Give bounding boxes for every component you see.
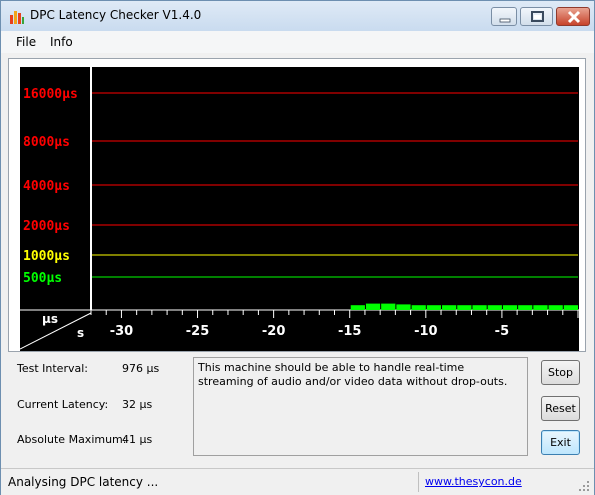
minimize-button[interactable]: [491, 7, 517, 26]
current-latency-value: 32 µs: [122, 398, 153, 411]
latency-bar: [457, 305, 472, 310]
latency-bar: [518, 305, 533, 310]
status-message-box: This machine should be able to handle re…: [193, 357, 528, 456]
latency-bar: [502, 305, 518, 310]
latency-label-4000: 4000µs: [23, 179, 70, 194]
latency-label-500: 500µs: [23, 271, 62, 286]
close-icon: [567, 10, 581, 24]
status-separator: [418, 472, 419, 492]
time-tick-label: -20: [262, 324, 286, 339]
latency-bar: [487, 305, 502, 310]
website-link[interactable]: www.thesycon.de: [425, 475, 522, 488]
latency-bar: [365, 303, 381, 310]
latency-label-1000: 1000µs: [23, 249, 70, 264]
latency-label-16000: 16000µs: [23, 87, 78, 102]
resize-grip-icon[interactable]: [579, 481, 591, 493]
stop-button[interactable]: Stop: [541, 360, 580, 385]
latency-bar: [533, 305, 548, 310]
exit-button[interactable]: Exit: [541, 430, 580, 455]
absolute-maximum-label: Absolute Maximum:: [17, 433, 127, 446]
minimize-icon: [499, 18, 511, 23]
time-tick-label: -25: [186, 324, 210, 339]
axis-unit-s: s: [77, 326, 84, 340]
time-tick-label: -30: [110, 324, 134, 339]
test-interval-label: Test Interval:: [17, 362, 88, 375]
app-icon: [9, 9, 25, 25]
latency-bar: [350, 305, 365, 310]
latency-bar: [426, 305, 442, 310]
reset-button[interactable]: Reset: [541, 396, 580, 421]
maximize-icon: [531, 11, 544, 22]
app-window: DPC Latency Checker V1.4.0 File Info 160…: [0, 0, 595, 495]
latency-graph: 16000µs 8000µs 4000µs 2000µs 1000µs 500µs µs s -…: [19, 67, 579, 351]
latency-bar: [396, 304, 411, 310]
window-title: DPC Latency Checker V1.4.0: [30, 8, 202, 22]
time-tick-label: -15: [338, 324, 362, 339]
menu-bar: File Info: [1, 31, 594, 53]
latency-bar: [563, 305, 578, 310]
current-latency-label: Current Latency:: [17, 398, 109, 411]
maximize-button[interactable]: [520, 7, 553, 26]
menu-info[interactable]: Info: [50, 35, 73, 49]
latency-bar: [472, 305, 487, 310]
latency-bar: [381, 303, 396, 310]
latency-label-2000: 2000µs: [23, 219, 70, 234]
time-tick-label: -10: [414, 324, 438, 339]
latency-graph-canvas: 16000µs 8000µs 4000µs 2000µs 1000µs 500µs µs s -…: [19, 67, 579, 350]
status-text: Analysing DPC latency ...: [8, 475, 159, 489]
latency-label-8000: 8000µs: [23, 135, 70, 150]
time-tick-label: -5: [495, 324, 509, 339]
latency-bar: [442, 305, 457, 310]
absolute-maximum-value: 41 µs: [122, 433, 153, 446]
status-bar: Analysing DPC latency ... www.thesycon.d…: [1, 468, 594, 495]
axis-unit-us: µs: [42, 312, 58, 326]
test-interval-value: 976 µs: [122, 362, 160, 375]
title-bar[interactable]: DPC Latency Checker V1.4.0: [1, 1, 594, 31]
latency-bar: [548, 305, 563, 310]
menu-file[interactable]: File: [16, 35, 36, 49]
close-button[interactable]: [556, 7, 590, 26]
latency-bar: [411, 305, 426, 310]
